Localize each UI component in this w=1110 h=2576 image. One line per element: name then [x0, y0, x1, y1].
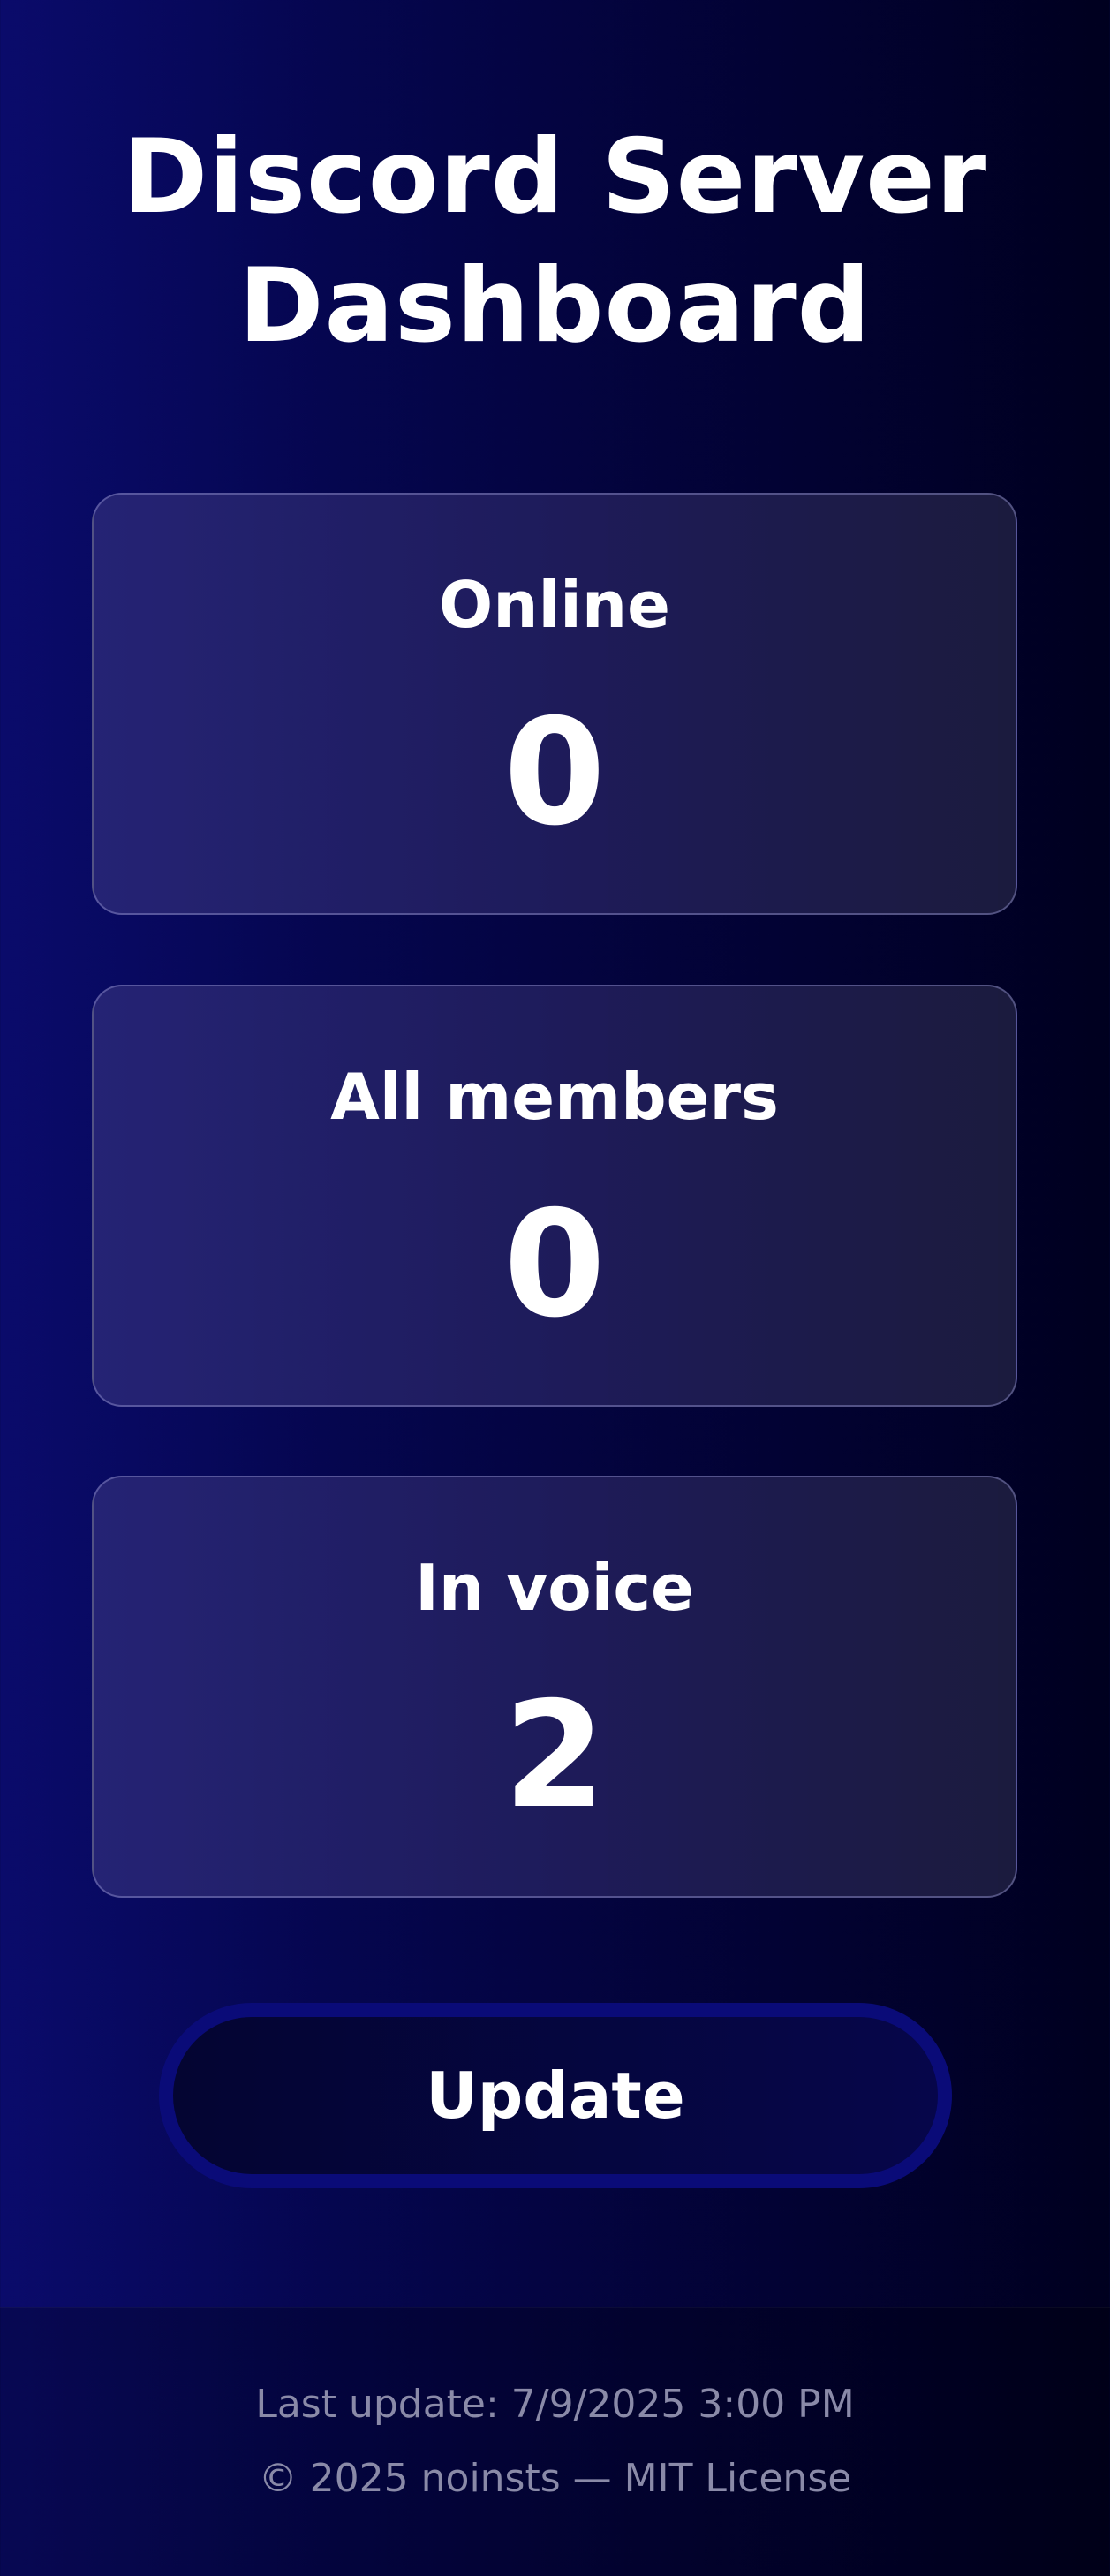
stat-value-all-members: 0 — [503, 1180, 606, 1350]
page-title: Discord Server Dashboard — [122, 117, 988, 366]
stat-card-online: Online 0 — [92, 493, 1017, 915]
copyright-text: © 2025 noinsts — MIT License — [258, 2456, 852, 2501]
stat-value-in-voice: 2 — [503, 1671, 606, 1841]
stat-value-online: 0 — [503, 688, 606, 858]
stat-label-in-voice: In voice — [415, 1551, 694, 1625]
stat-label-all-members: All members — [330, 1060, 779, 1134]
stat-card-in-voice: In voice 2 — [92, 1476, 1017, 1898]
last-update-text: Last update: 7/9/2025 3:00 PM — [255, 2382, 855, 2427]
stat-card-all-members: All members 0 — [92, 985, 1017, 1407]
site-footer: Last update: 7/9/2025 3:00 PM © 2025 noi… — [0, 2307, 1110, 2576]
stat-label-online: Online — [439, 568, 670, 642]
update-button[interactable]: Update — [159, 2003, 952, 2188]
